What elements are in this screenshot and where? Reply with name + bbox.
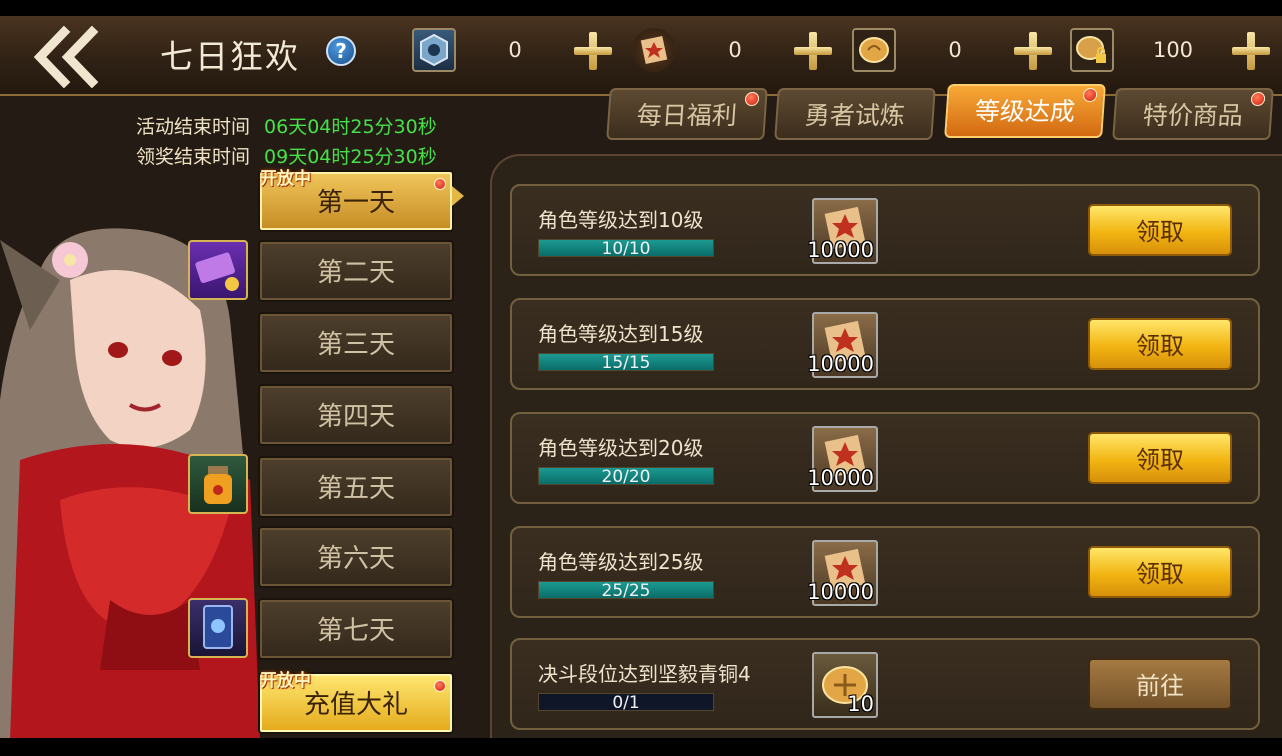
task-row: 决斗段位达到坚毅青铜4 0/1 10 前往 <box>510 638 1260 730</box>
level-pack-preview-icon[interactable] <box>188 240 248 300</box>
shield-token-icon <box>412 28 456 72</box>
event-end-value: 06天04时25分30秒 <box>264 116 437 138</box>
game-screen: 七日狂欢 ? 0 0 0 100 活动结束时间 06天04时25分30秒 领奖结… <box>0 0 1282 756</box>
reward-count: 10000 <box>807 466 874 490</box>
task-title: 角色等级达到10级 <box>538 208 704 232</box>
shield-token-count: 0 <box>508 38 522 62</box>
potion-preview-icon[interactable] <box>188 454 248 514</box>
tab-hero-trial[interactable]: 勇者试炼 <box>774 88 936 140</box>
task-progress-bar: 20/20 <box>538 467 714 487</box>
page-title: 七日狂欢 <box>160 37 300 76</box>
event-end-label: 活动结束时间 <box>136 116 251 138</box>
day-tab-2[interactable]: 第二天 <box>258 240 454 302</box>
claim-button[interactable]: 领取 <box>1088 546 1232 598</box>
tab-special-offers[interactable]: 特价商品 <box>1112 88 1274 140</box>
gold-coin-count: 0 <box>948 38 962 62</box>
scroll-reward-icon[interactable]: 10000 <box>807 312 878 378</box>
notification-dot <box>1082 88 1098 102</box>
day-tab-6[interactable]: 第六天 <box>258 526 454 588</box>
day-tab-7[interactable]: 第七天 <box>258 598 454 660</box>
task-title: 角色等级达到15级 <box>538 322 704 346</box>
task-title: 角色等级达到25级 <box>538 550 704 574</box>
back-button[interactable] <box>30 25 104 89</box>
tab-level-achievement[interactable]: 等级达成 <box>944 84 1106 138</box>
day-label: 第五天 <box>316 474 395 504</box>
scroll-reward-icon[interactable]: 10000 <box>807 426 878 492</box>
locked-coin-count: 100 <box>1152 38 1194 62</box>
tab-label: 特价商品 <box>1141 101 1244 130</box>
reward-count: 10000 <box>807 580 874 604</box>
tab-daily-welfare[interactable]: 每日福利 <box>606 88 768 140</box>
claim-button[interactable]: 领取 <box>1088 318 1232 370</box>
day-tab-1[interactable]: 开放中 第一天 <box>258 169 454 232</box>
add-scroll-ticket-button[interactable] <box>792 30 832 70</box>
scroll-ticket-icon <box>632 28 676 72</box>
day-label: 第四天 <box>316 402 395 432</box>
gold-coin-icon <box>852 28 896 72</box>
card-preview-icon[interactable] <box>188 598 248 658</box>
task-row: 角色等级达到15级 15/15 10000 领取 <box>510 298 1260 390</box>
task-row: 角色等级达到10级 10/10 10000 领取 <box>510 184 1260 276</box>
day-tab-3[interactable]: 第三天 <box>258 312 454 374</box>
tab-label: 等级达成 <box>973 97 1076 126</box>
scroll-reward-icon[interactable]: 10000 <box>807 540 878 606</box>
progress-text: 25/25 <box>601 581 651 601</box>
reward-count: 10 <box>847 692 874 716</box>
progress-text: 20/20 <box>601 467 651 487</box>
gold-coin-reward-icon[interactable]: 10 <box>812 652 878 718</box>
day-label: 第三天 <box>316 330 395 360</box>
claim-end-value: 09天04时25分30秒 <box>264 146 437 168</box>
day-label: 充值大礼 <box>303 690 408 720</box>
help-button[interactable]: ? <box>326 36 356 66</box>
claim-button[interactable]: 领取 <box>1088 204 1232 256</box>
progress-text: 10/10 <box>601 239 651 259</box>
progress-text: 15/15 <box>601 353 651 373</box>
task-progress-bar: 15/15 <box>538 353 714 373</box>
tab-label: 勇者试炼 <box>803 101 906 130</box>
day-label: 第二天 <box>316 258 395 288</box>
notification-dot <box>1250 92 1266 106</box>
claim-end-label: 领奖结束时间 <box>136 146 251 168</box>
task-title: 决斗段位达到坚毅青铜4 <box>538 662 751 686</box>
locked-coin-icon <box>1070 28 1114 72</box>
day-label: 第一天 <box>316 188 395 218</box>
task-row: 角色等级达到20级 20/20 10000 领取 <box>510 412 1260 504</box>
double-chevron-left-icon <box>33 25 99 89</box>
progress-text: 0/1 <box>612 693 640 713</box>
open-flag: 开放中 <box>260 671 311 691</box>
add-gold-coin-button[interactable] <box>1012 30 1052 70</box>
notification-dot <box>744 92 760 106</box>
task-row: 角色等级达到25级 25/25 10000 领取 <box>510 526 1260 618</box>
letterbox-bottom <box>0 738 1282 756</box>
day-tab-4[interactable]: 第四天 <box>258 384 454 446</box>
day-label: 第七天 <box>316 616 395 646</box>
heroine-portrait <box>0 228 260 740</box>
scroll-reward-icon[interactable]: 10000 <box>807 198 878 264</box>
tab-label: 每日福利 <box>635 101 738 130</box>
notification-dot <box>434 680 446 692</box>
reward-count: 10000 <box>807 238 874 262</box>
add-shield-token-button[interactable] <box>572 30 612 70</box>
day-tab-5[interactable]: 第五天 <box>258 456 454 518</box>
letterbox-top <box>0 0 1282 16</box>
add-locked-coin-button[interactable] <box>1230 30 1270 70</box>
scroll-ticket-count: 0 <box>728 38 742 62</box>
claim-end-timer: 领奖结束时间 09天04时25分30秒 <box>136 142 437 169</box>
task-title: 角色等级达到20级 <box>538 436 704 460</box>
claim-button[interactable]: 领取 <box>1088 432 1232 484</box>
day-label: 第六天 <box>316 544 395 574</box>
open-flag: 开放中 <box>260 169 311 189</box>
selected-day-pointer <box>452 186 464 206</box>
event-end-timer: 活动结束时间 06天04时25分30秒 <box>136 112 437 139</box>
task-progress-bar: 0/1 <box>538 693 714 713</box>
go-button[interactable]: 前往 <box>1088 658 1232 710</box>
reward-count: 10000 <box>807 352 874 376</box>
task-progress-bar: 25/25 <box>538 581 714 601</box>
recharge-gift-tab[interactable]: 开放中 充值大礼 <box>258 671 454 734</box>
notification-dot <box>434 178 446 190</box>
task-progress-bar: 10/10 <box>538 239 714 259</box>
